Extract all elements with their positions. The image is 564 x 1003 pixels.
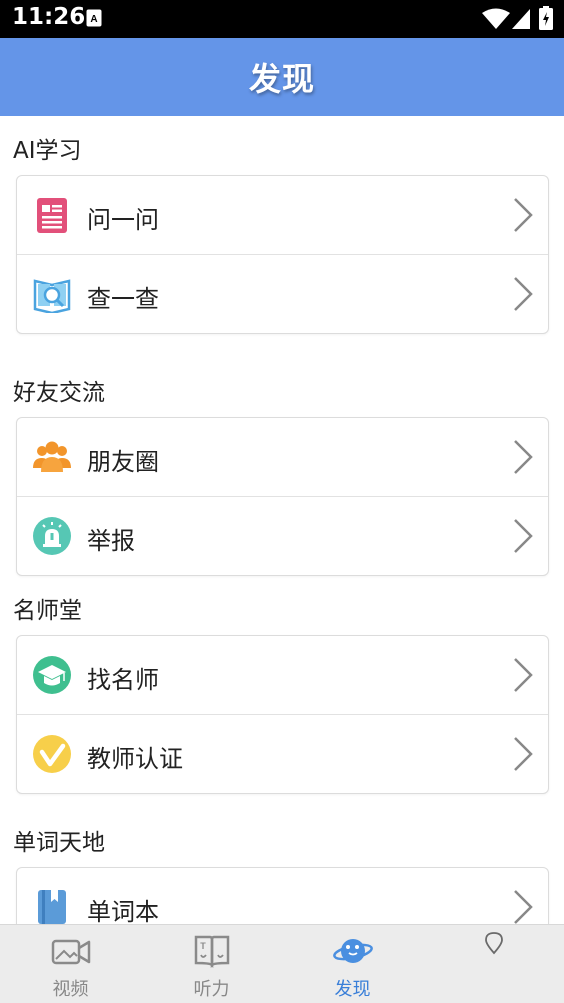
chevron-right-icon xyxy=(514,890,533,924)
tab-video[interactable]: 视频 xyxy=(0,925,141,1003)
wordbook-icon xyxy=(38,890,66,924)
menu-item-ask[interactable]: 问一问 xyxy=(17,176,548,254)
chevron-right-icon xyxy=(514,198,533,232)
battery-icon xyxy=(539,6,553,30)
section-title-words: 单词天地 xyxy=(13,830,105,856)
menu-item-label: 问一问 xyxy=(87,206,159,234)
video-camera-icon xyxy=(51,939,90,965)
app-header: 发现 xyxy=(0,38,564,116)
notification-icon: A xyxy=(86,9,102,27)
chevron-right-icon xyxy=(514,737,533,771)
checkmark-badge-icon xyxy=(33,735,71,773)
bottom-tab-bar: 视频 T 听力 发现 xyxy=(0,924,564,1003)
svg-text:T: T xyxy=(200,941,206,951)
menu-item-teacher-certification[interactable]: 教师认证 xyxy=(17,714,548,793)
planet-icon xyxy=(332,939,373,963)
discover-list[interactable]: AI学习 问一问 查一查 好友交流 朋友圈 举报 名师堂 找名师 教师认证 单词… xyxy=(0,116,564,924)
menu-item-label: 查一查 xyxy=(87,285,159,313)
section-title-teachers: 名师堂 xyxy=(13,598,82,624)
cellular-signal-icon xyxy=(512,9,530,29)
tab-label: 发现 xyxy=(334,979,371,1000)
menu-item-find-teacher[interactable]: 找名师 xyxy=(17,636,548,714)
alarm-icon xyxy=(33,517,71,555)
menu-item-label: 找名师 xyxy=(87,666,159,694)
tab-label: 听力 xyxy=(193,979,230,1000)
chevron-right-icon xyxy=(514,658,533,692)
listening-book-icon: T xyxy=(194,935,229,969)
menu-item-label: 举报 xyxy=(87,527,135,555)
chevron-right-icon xyxy=(514,440,533,474)
document-icon xyxy=(37,198,67,233)
card-ai-learning: 问一问 查一查 xyxy=(16,175,549,334)
tab-label: 视频 xyxy=(52,979,89,1000)
menu-item-moments[interactable]: 朋友圈 xyxy=(17,418,548,496)
tab-listening[interactable]: T 听力 xyxy=(141,925,282,1003)
graduation-cap-icon xyxy=(33,656,71,694)
section-title-friends: 好友交流 xyxy=(13,380,105,406)
menu-item-label: 单词本 xyxy=(87,898,159,924)
status-bar: 11:26 A xyxy=(0,0,564,38)
tab-discover[interactable]: 发现 xyxy=(282,925,423,1003)
menu-item-search[interactable]: 查一查 xyxy=(17,254,548,333)
wifi-icon xyxy=(482,8,510,29)
book-search-icon xyxy=(33,279,71,313)
menu-item-label: 朋友圈 xyxy=(87,448,159,476)
svg-text:A: A xyxy=(90,14,97,25)
menu-item-report[interactable]: 举报 xyxy=(17,496,548,575)
page-title: 发现 xyxy=(248,60,315,98)
friends-group-icon xyxy=(33,441,71,472)
card-friends: 朋友圈 举报 xyxy=(16,417,549,576)
menu-item-wordbook[interactable]: 单词本 xyxy=(17,868,548,924)
location-pin-icon xyxy=(484,932,503,955)
chevron-right-icon xyxy=(514,277,533,311)
menu-item-label: 教师认证 xyxy=(87,745,183,773)
tab-location[interactable] xyxy=(423,925,564,1003)
card-teachers: 找名师 教师认证 xyxy=(16,635,549,794)
card-words: 单词本 xyxy=(16,867,549,924)
section-title-ai-learning: AI学习 xyxy=(13,138,82,164)
status-time: 11:26 xyxy=(12,4,86,30)
chevron-right-icon xyxy=(514,519,533,553)
